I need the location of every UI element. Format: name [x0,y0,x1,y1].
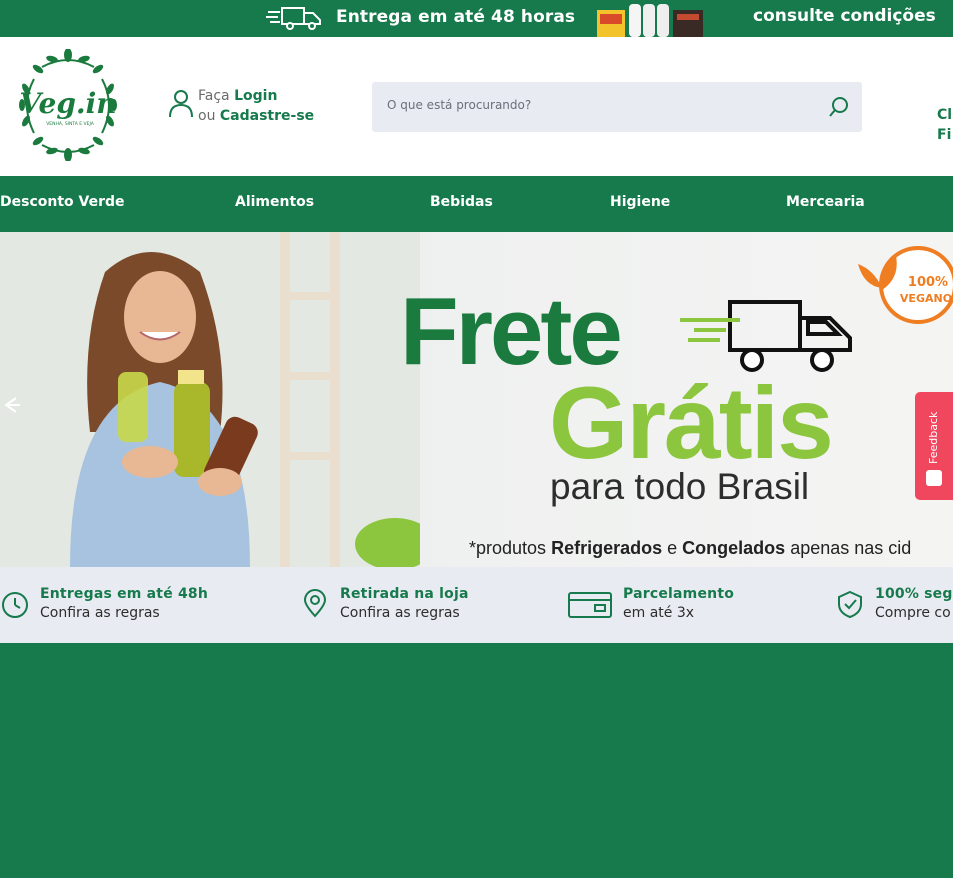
product-bottles-image [597,4,703,37]
nav-item-alimentos[interactable]: Alimentos [235,194,314,210]
feedback-tab[interactable]: Feedback [915,392,953,500]
search-input[interactable]: O que está procurando? [372,82,862,132]
vegin-logo[interactable]: Veg.in VENHA, SINTA E VEJA [12,49,124,161]
banner-subheadline: para todo Brasil [550,466,810,507]
conditions-link[interactable]: consulte condições [753,6,936,26]
login-prefix: Faça [198,88,230,104]
register-prefix: ou [198,108,216,124]
woman-with-juices-photo [0,232,420,567]
nav-item-mercearia[interactable]: Mercearia [786,194,865,210]
feature-installments[interactable]: Parcelamento em até 3x [567,585,734,623]
feedback-smile-icon [926,470,942,486]
logo-tagline: VENHA, SINTA E VEJA [46,121,95,127]
logo-text: Veg.in [19,87,116,120]
main-nav: Desconto Verde Alimentos Bebidas Higiene… [0,176,953,232]
banner-headline-gratis: Grátis [549,366,834,480]
feature-subtitle: Confira as regras [340,605,460,621]
feature-subtitle: Confira as regras [40,605,160,621]
page-content-area [0,643,953,878]
banner-prev-arrow[interactable] [0,394,22,416]
login-link[interactable]: Login [234,88,277,104]
hero-banner[interactable]: Frete Grátis para todo Brasil *produtos … [0,232,953,567]
delivery-truck-icon [266,7,321,30]
nav-item-bebidas[interactable]: Bebidas [430,194,493,210]
promo-text: Entrega em até 48 horas [336,7,576,27]
feedback-label: Feedback [927,411,940,464]
feature-secure[interactable]: 100% segu Compre co [835,585,953,623]
features-strip: Entregas em até 48h Confira as regras Re… [0,567,953,643]
nav-item-desconto-verde[interactable]: Desconto Verde [0,194,125,210]
feature-subtitle: Compre co [875,605,951,621]
vegan-badge-icon: 100% VEGANO [858,246,953,324]
feature-pickup[interactable]: Retirada na loja Confira as regras [300,585,469,623]
feature-title: Parcelamento [623,586,735,602]
register-link[interactable]: Cadastre-se [220,108,314,124]
feature-delivery[interactable]: Entregas em até 48h Confira as regras [0,585,208,623]
feature-title: Retirada na loja [340,586,469,602]
header-right-link[interactable]: Cl Fi [937,105,952,145]
search-icon[interactable] [828,96,850,118]
search-placeholder: O que está procurando? [387,98,532,112]
vegan-badge-percent: 100% [908,275,948,290]
feature-subtitle: em até 3x [623,605,695,621]
top-promo-bar[interactable]: Entrega em até 48 horas consulte condiçõ… [0,0,953,37]
site-header: Veg.in VENHA, SINTA E VEJA Faça Login ou… [0,37,953,176]
shield-check-icon [838,590,862,619]
credit-card-icon [568,592,612,618]
location-pin-icon [303,589,327,618]
stopwatch-icon [2,592,28,618]
vegan-badge-label: VEGANO [900,292,952,305]
account-links: Faça Login ou Cadastre-se [168,86,314,126]
nav-item-higiene[interactable]: Higiene [610,194,670,210]
feature-title: 100% segu [875,586,953,602]
feature-title: Entregas em até 48h [40,586,209,602]
banner-note: *produtos Refrigerados e Congelados apen… [469,538,912,558]
user-icon [169,90,193,118]
